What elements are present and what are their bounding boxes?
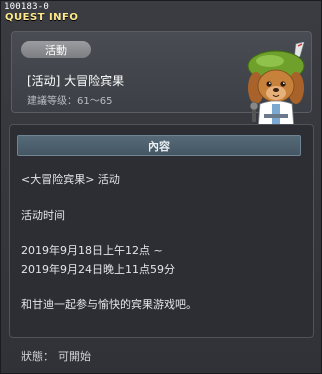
status-value: 可開始 xyxy=(58,350,91,363)
quest-type-badge: 活動 xyxy=(21,41,91,58)
quest-name: [活动] 大冒险宾果 xyxy=(27,74,125,88)
content-header: 內容 xyxy=(17,135,301,156)
quest-info-window: 100183-0 QUEST INFO 活動 [活动] 大冒险宾果 建議等级：6… xyxy=(0,0,322,374)
content-line: 2019年9月24日晚上11点59分 xyxy=(21,263,175,276)
content-line: <大冒险宾果> 活动 xyxy=(21,173,120,186)
window-id: 100183-0 xyxy=(4,2,49,12)
quest-recommended-level: 建議等级：61～65 xyxy=(27,96,113,107)
status-label: 狀態： xyxy=(21,350,54,363)
quest-status: 狀態： 可開始 xyxy=(21,348,91,364)
window-title: QUEST INFO xyxy=(5,12,79,23)
quest-header-card: 活動 [活动] 大冒险宾果 建議等级：61～65 xyxy=(11,31,312,142)
content-line: 和甘迪一起参与愉快的宾果游戏吧。 xyxy=(21,298,197,311)
content-line: 活动时间 xyxy=(21,209,65,222)
content-line: 2019年9月18日上午12点 ~ xyxy=(21,244,163,257)
